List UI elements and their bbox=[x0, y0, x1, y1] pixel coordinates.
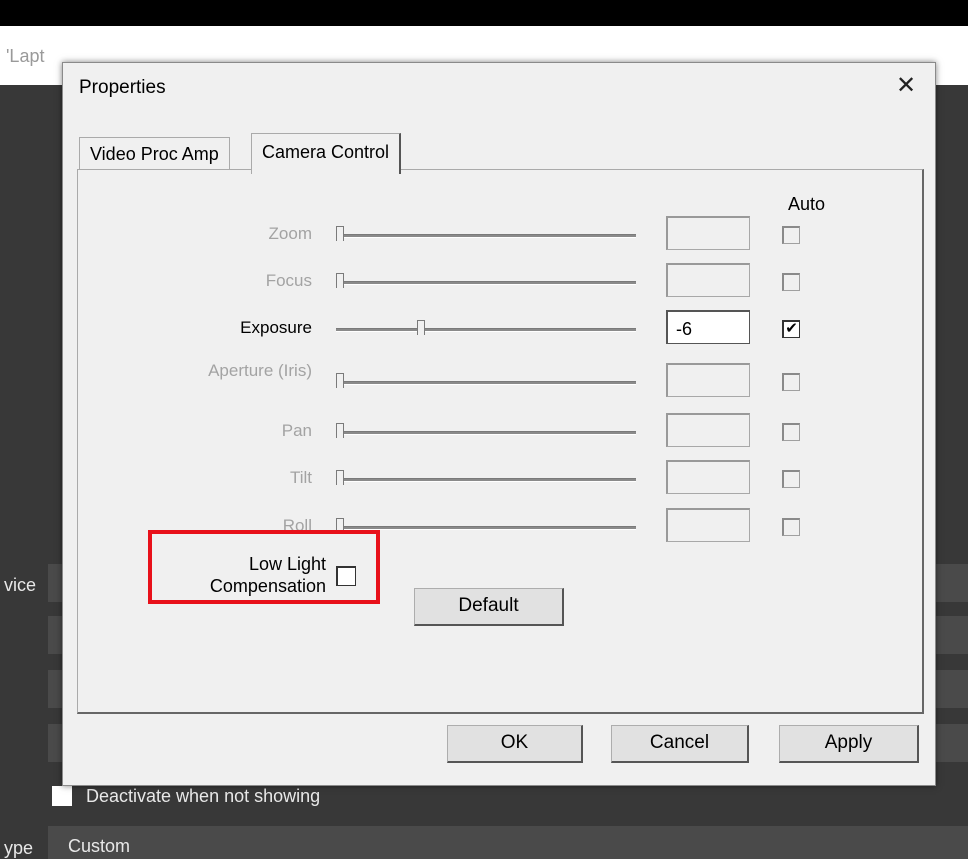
tab-video-proc-amp[interactable]: Video Proc Amp bbox=[79, 137, 230, 170]
slider-track[interactable] bbox=[336, 381, 636, 385]
dialog-title: Properties bbox=[79, 77, 166, 98]
row-label: Aperture (Iris) bbox=[208, 361, 312, 380]
slider-thumb[interactable] bbox=[336, 373, 344, 388]
slider-thumb[interactable] bbox=[336, 226, 344, 241]
value-field[interactable] bbox=[666, 263, 750, 297]
tab-camera-control[interactable]: Camera Control bbox=[251, 133, 402, 174]
deactivate-label: Deactivate when not showing bbox=[86, 786, 321, 806]
deactivate-checkbox[interactable] bbox=[52, 786, 72, 806]
properties-dialog: Properties ✕ Video Proc Amp Camera Contr… bbox=[62, 62, 936, 786]
top-bar bbox=[0, 0, 968, 26]
row-label: Zoom bbox=[268, 224, 312, 243]
type-value: Custom bbox=[68, 836, 131, 856]
auto-checkbox[interactable] bbox=[782, 226, 800, 244]
device-label: vice bbox=[4, 575, 37, 595]
auto-checkbox[interactable] bbox=[782, 470, 800, 488]
value-field[interactable] bbox=[666, 216, 750, 250]
slider-thumb[interactable] bbox=[336, 470, 344, 485]
slider-track[interactable] bbox=[336, 478, 636, 482]
row-label: Pan bbox=[281, 421, 312, 440]
auto-checkbox[interactable] bbox=[782, 273, 800, 291]
value-field[interactable] bbox=[666, 363, 750, 397]
slider-thumb[interactable] bbox=[336, 273, 344, 288]
row-label: Tilt bbox=[289, 468, 312, 487]
type-label: ype bbox=[4, 838, 34, 858]
value-field[interactable]: -6 bbox=[666, 310, 750, 344]
slider-track[interactable] bbox=[336, 431, 636, 435]
cancel-button[interactable]: Cancel bbox=[611, 725, 749, 763]
auto-checkbox[interactable] bbox=[782, 373, 800, 391]
highlight-box bbox=[148, 530, 380, 604]
apply-button[interactable]: Apply bbox=[779, 725, 919, 763]
value-field[interactable] bbox=[666, 413, 750, 447]
slider-track[interactable] bbox=[336, 281, 636, 285]
auto-checkbox[interactable] bbox=[782, 518, 800, 536]
close-icon[interactable]: ✕ bbox=[889, 69, 923, 103]
auto-header: Auto bbox=[788, 194, 826, 214]
ok-button[interactable]: OK bbox=[447, 725, 583, 763]
default-button[interactable]: Default bbox=[414, 588, 564, 626]
slider-track[interactable] bbox=[336, 526, 636, 530]
value-field[interactable] bbox=[666, 508, 750, 542]
slider-track[interactable] bbox=[336, 234, 636, 238]
camera-control-panel: Auto Zoom Focus Exposure -6 ✔ Aperture (Iris)… bbox=[77, 169, 924, 714]
type-field[interactable] bbox=[48, 826, 968, 859]
auto-checkbox[interactable] bbox=[782, 423, 800, 441]
slider-thumb[interactable] bbox=[336, 423, 344, 438]
slider-track[interactable] bbox=[336, 328, 636, 332]
auto-checkbox[interactable]: ✔ bbox=[782, 320, 800, 338]
row-label: Focus bbox=[265, 271, 312, 290]
background-title: 'Lapt bbox=[6, 46, 45, 66]
row-label: Exposure bbox=[240, 318, 312, 337]
slider-thumb[interactable] bbox=[417, 320, 425, 335]
value-field[interactable] bbox=[666, 460, 750, 494]
